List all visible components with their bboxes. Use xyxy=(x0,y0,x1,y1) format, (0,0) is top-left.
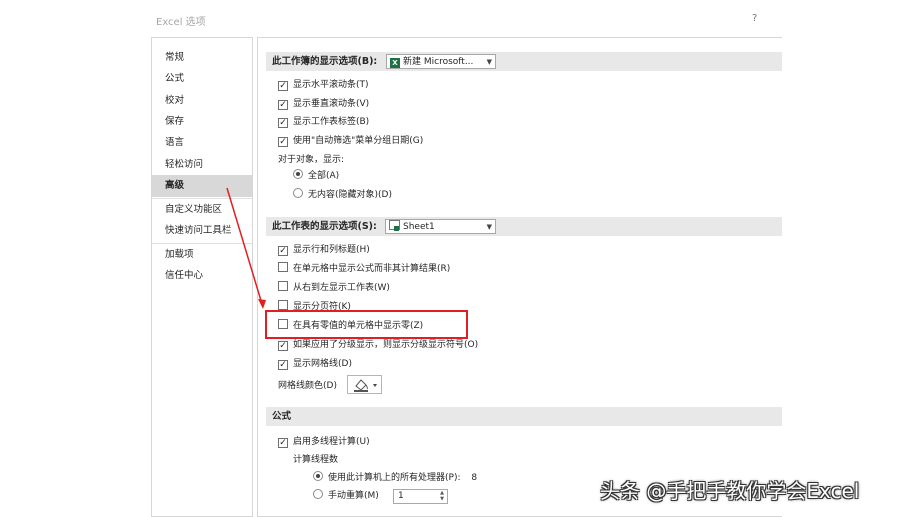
red-arrow-annotation xyxy=(226,187,266,309)
watermark-text: 头条 @手把手教你学会Excel xyxy=(600,479,860,503)
